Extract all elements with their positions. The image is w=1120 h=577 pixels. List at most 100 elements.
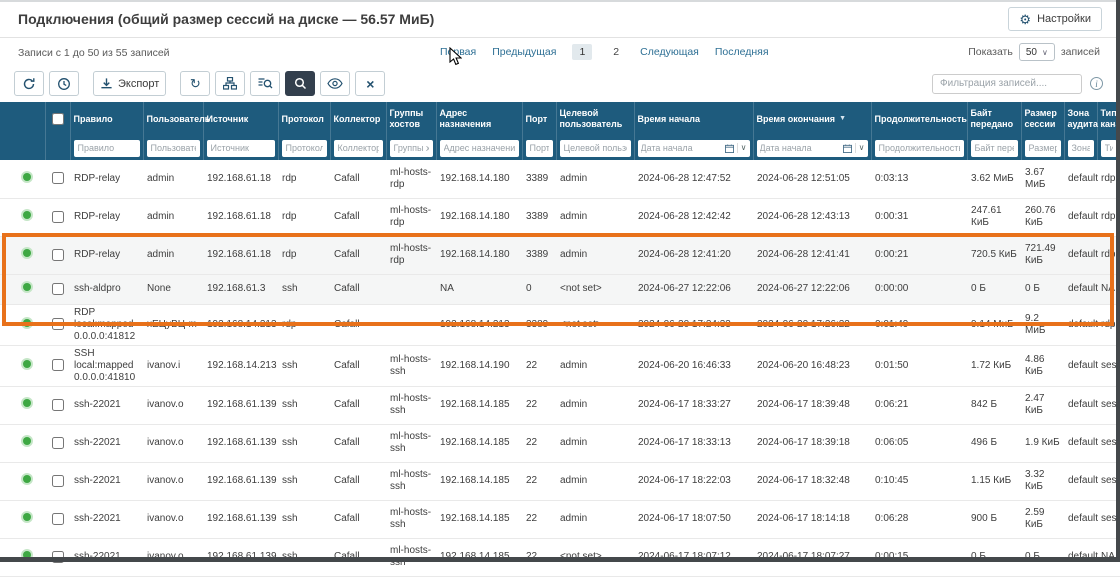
info-icon[interactable]: i (1090, 77, 1103, 90)
cell-zone: default (1064, 500, 1097, 538)
date-filter[interactable]: Дата начала∨ (638, 140, 750, 157)
cell-host_groups: ml-hosts-rdp (386, 198, 436, 236)
session-history-button[interactable] (49, 71, 79, 96)
column-filter-input[interactable] (875, 140, 964, 157)
cell-start: 2024-06-20 17:24:33 (634, 304, 753, 345)
row-checkbox[interactable] (52, 359, 64, 371)
pagination-page-1[interactable]: 1 (572, 44, 592, 60)
column-header[interactable]: Время окончания▼ (753, 102, 871, 136)
column-header[interactable]: Время начала (634, 102, 753, 136)
column-header[interactable]: Пользователь (143, 102, 203, 136)
pagination-page-2[interactable]: 2 (608, 44, 624, 60)
column-header[interactable]: Правило (70, 102, 143, 136)
cell-bytes: 247.61 КиБ (967, 198, 1021, 236)
column-filter-input[interactable] (971, 140, 1018, 157)
row-checkbox[interactable] (52, 437, 64, 449)
filter-records-input[interactable] (932, 74, 1082, 94)
row-checkbox[interactable] (52, 211, 64, 223)
column-header[interactable]: Байт передано (967, 102, 1021, 136)
cell-user: admin (143, 198, 203, 236)
table-row[interactable]: ssh-aldproNone192.168.61.3sshCafallNA0<n… (0, 274, 1120, 304)
select-all-checkbox[interactable] (52, 113, 64, 125)
column-header[interactable]: Зона аудита (1064, 102, 1097, 136)
row-checkbox[interactable] (52, 172, 64, 184)
settings-button[interactable]: ⚙ Настройки (1008, 7, 1102, 31)
pagination-previous[interactable]: Предыдущая (492, 46, 556, 58)
chevron-down-icon: ∨ (1042, 48, 1048, 57)
column-filter-input[interactable] (207, 140, 275, 157)
cell-size: 1.9 КиБ (1021, 424, 1064, 462)
page-size-value: 50 (1026, 47, 1037, 58)
cell-duration: 0:01:49 (871, 304, 967, 345)
column-filter-input[interactable] (1101, 140, 1117, 157)
cell-port: 22 (522, 345, 556, 386)
cell-duration: 0:00:00 (871, 274, 967, 304)
column-header[interactable]: Группы хостов (386, 102, 436, 136)
row-checkbox[interactable] (52, 513, 64, 525)
table-row[interactable]: RDP-relayadmin192.168.61.18rdpCafallml-h… (0, 198, 1120, 236)
row-checkbox[interactable] (52, 475, 64, 487)
date-filter[interactable]: Дата начала∨ (757, 140, 868, 157)
cell-collector: Cafall (330, 345, 386, 386)
column-filter-input[interactable] (147, 140, 200, 157)
list-search-icon (258, 77, 273, 90)
page-size-select[interactable]: 50 ∨ (1019, 43, 1055, 61)
column-filter-input[interactable] (440, 140, 519, 157)
cell-bytes: 0 Б (967, 274, 1021, 304)
cell-host_groups (386, 274, 436, 304)
column-filter-input[interactable] (282, 140, 327, 157)
search-in-list-button[interactable] (250, 71, 280, 96)
view-session-button[interactable] (320, 71, 350, 96)
table-row[interactable]: ssh-22021ivanov.o192.168.61.139sshCafall… (0, 386, 1120, 424)
advanced-search-button[interactable] (285, 71, 315, 96)
cell-end: 2024-06-17 18:32:48 (753, 462, 871, 500)
column-filter-input[interactable] (1068, 140, 1094, 157)
column-header[interactable]: Продолжительность (871, 102, 967, 136)
column-header[interactable]: Протокол (278, 102, 330, 136)
records-summary: Записи с 1 до 50 из 55 записей (18, 47, 170, 59)
table-row[interactable]: SSH local:mapped 0.0.0.0:41810ivanov.i19… (0, 345, 1120, 386)
table-row[interactable]: RDP local:mapped 0.0.0.0:41812хЕЦуВЦ-m19… (0, 304, 1120, 345)
table-row[interactable]: RDP-relayadmin192.168.61.18rdpCafallml-h… (0, 236, 1120, 274)
column-header[interactable]: Размер сессии (1021, 102, 1064, 136)
cell-port: 3389 (522, 160, 556, 198)
connections-page: Подключения (общий размер сессий на диск… (0, 0, 1120, 562)
refresh-button[interactable]: ↻ (180, 71, 210, 96)
cell-target_user: admin (556, 345, 634, 386)
pagination-last[interactable]: Последняя (715, 46, 769, 58)
cell-collector: Cafall (330, 274, 386, 304)
table-row[interactable]: RDP-relayadmin192.168.61.18rdpCafallml-h… (0, 160, 1120, 198)
row-checkbox[interactable] (52, 283, 64, 295)
column-header[interactable]: Коллектор (330, 102, 386, 136)
column-filter-input[interactable] (560, 140, 631, 157)
table-row[interactable]: ssh-22021ivanov.o192.168.61.139sshCafall… (0, 500, 1120, 538)
title-bar: Подключения (общий размер сессий на диск… (0, 0, 1116, 38)
table-row[interactable]: ssh-22021ivanov.o192.168.61.139sshCafall… (0, 462, 1120, 500)
toolbar: Экспорт ↻ × i (0, 66, 1116, 102)
row-checkbox[interactable] (52, 318, 64, 330)
gear-icon: ⚙ (1019, 13, 1031, 26)
row-checkbox[interactable] (52, 399, 64, 411)
column-filter-input[interactable] (526, 140, 553, 157)
grouping-button[interactable] (215, 71, 245, 96)
table-row[interactable]: ssh-22021ivanov.o192.168.61.139sshCafall… (0, 424, 1120, 462)
update-sessions-button[interactable] (14, 71, 44, 96)
export-button[interactable]: Экспорт (93, 71, 166, 96)
column-filter-input[interactable] (1025, 140, 1061, 157)
cell-protocol: ssh (278, 500, 330, 538)
table-header-row: ПравилоПользовательИсточникПротоколКолле… (0, 102, 1120, 136)
cell-duration: 0:01:50 (871, 345, 967, 386)
column-header[interactable]: Порт (522, 102, 556, 136)
column-header[interactable]: Целевой пользователь (556, 102, 634, 136)
cell-host_groups: ml-hosts-ssh (386, 345, 436, 386)
column-filter-input[interactable] (74, 140, 140, 157)
column-filter-input[interactable] (390, 140, 433, 157)
pagination-first[interactable]: Первая (440, 46, 476, 58)
row-checkbox[interactable] (52, 249, 64, 261)
column-header[interactable]: Источник (203, 102, 278, 136)
column-header[interactable]: Адрес назначения (436, 102, 522, 136)
pagination-next[interactable]: Следующая (640, 46, 699, 58)
cell-protocol: ssh (278, 462, 330, 500)
clear-filters-button[interactable]: × (355, 71, 385, 96)
column-filter-input[interactable] (334, 140, 383, 157)
